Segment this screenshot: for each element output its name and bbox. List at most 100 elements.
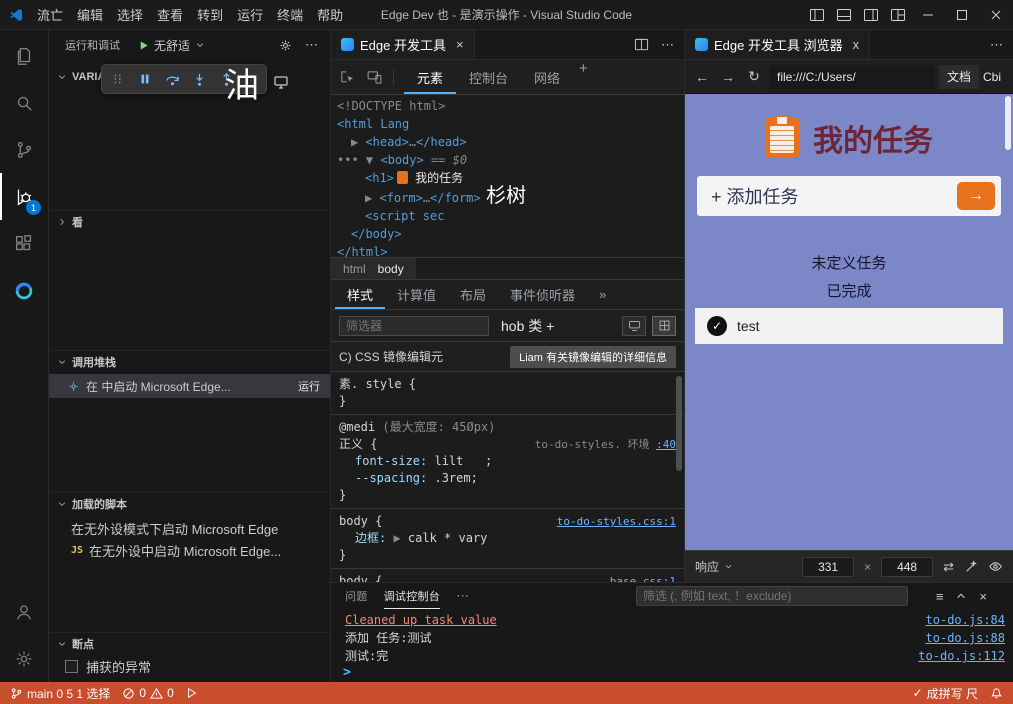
tab-console[interactable]: 控制台 (456, 60, 521, 94)
preview-scrollbar[interactable] (1005, 96, 1011, 150)
debug-config-dropdown[interactable]: 无舒适 (138, 37, 205, 54)
tab-problems[interactable]: 问题 (345, 583, 368, 609)
menu-item-6[interactable]: 终端 (270, 5, 310, 24)
call-stack-session-row[interactable]: 在 中启动 Microsoft Edge... 运行 (49, 374, 330, 398)
section-watch[interactable]: 看 (49, 210, 330, 232)
maximize-button[interactable] (945, 0, 979, 29)
toggle-sidebar-icon[interactable] (803, 0, 830, 29)
console-source-link[interactable]: to-do.js:112 (918, 647, 1005, 665)
tree-line[interactable]: ••• ▼ <body> == $0 (331, 151, 684, 169)
toggle-panel-icon[interactable] (830, 0, 857, 29)
mirror-info-button[interactable]: Liam 有关镜像编辑的详细信息 (510, 345, 676, 368)
console-prompt[interactable]: > (331, 665, 1013, 682)
toggle-secondary-sidebar-icon[interactable] (857, 0, 884, 29)
styles-tab-4[interactable]: » (587, 280, 618, 309)
menu-item-4[interactable]: 转到 (190, 5, 230, 24)
menu-item-3[interactable]: 查看 (150, 5, 190, 24)
menu-item-7[interactable]: 帮助 (310, 5, 350, 24)
toolbar-grip-icon[interactable] (106, 67, 130, 91)
menu-item-2[interactable]: 选择 (110, 5, 150, 24)
account-icon[interactable] (0, 588, 48, 635)
section-loaded-scripts[interactable]: 加载的脚本 (49, 492, 330, 514)
computed-layers-icon[interactable] (622, 315, 646, 336)
address-bar[interactable]: file:///C:/Users/ (769, 64, 935, 89)
source-control-icon[interactable] (0, 126, 48, 173)
menu-item-5[interactable]: 运行 (230, 5, 270, 24)
tab-edge-devtools[interactable]: Edge 开发工具 × (331, 30, 475, 59)
customize-layout-icon[interactable] (884, 0, 911, 29)
css-rule-media[interactable]: @medi (最大宽度: 45Øpx) 正义 {to-do-styles. 坏境… (331, 415, 684, 509)
height-input[interactable]: 448 (881, 556, 934, 577)
breadcrumb-html[interactable]: html (343, 262, 366, 276)
tree-line[interactable]: </body> (331, 225, 684, 243)
split-editor-icon[interactable] (634, 37, 649, 52)
rotate-icon[interactable]: ⇄ (943, 559, 954, 575)
search-icon[interactable] (0, 79, 48, 126)
tree-line[interactable]: ▶ <head>…</head> (331, 133, 684, 151)
panel-more-icon[interactable]: ⋯ (456, 588, 469, 604)
caught-exceptions-row[interactable]: 捕获的异常 (65, 656, 151, 676)
wand-icon[interactable] (964, 559, 978, 574)
styles-tab-3[interactable]: 事件侦听器 (498, 280, 587, 309)
stylesheet-link[interactable]: to-do-styles.css:1 (557, 513, 676, 530)
screen-monitor-icon[interactable] (269, 70, 293, 94)
tree-line[interactable]: </html> (331, 243, 684, 257)
preview-more-icon[interactable]: ⋯ (990, 37, 1003, 53)
menu-item-0[interactable]: 流亡 (30, 5, 70, 24)
doc-button[interactable]: 文档 (938, 64, 979, 89)
back-icon[interactable]: ← (691, 69, 713, 85)
inspect-element-icon[interactable] (339, 69, 356, 86)
completed-label[interactable]: 已完成 (685, 280, 1013, 301)
loaded-script-item[interactable]: 在无外设模式下启动 Microsoft Edge (71, 518, 324, 538)
step-into-icon[interactable] (187, 67, 211, 91)
section-breakpoints[interactable]: 断点 (49, 632, 330, 654)
run-and-debug-icon[interactable]: 1 (0, 173, 48, 220)
add-task-label[interactable]: + 添加任务 (711, 183, 799, 209)
console-filter-input[interactable] (635, 586, 908, 606)
tree-line[interactable]: ▶ <form>…</form> 杉树 (331, 186, 684, 207)
styles-tab-0[interactable]: 样式 (335, 280, 385, 309)
stylesheet-link[interactable]: base.css:1 (610, 573, 676, 582)
tab-close-icon[interactable]: × (456, 37, 464, 52)
eye-icon[interactable] (988, 559, 1003, 574)
tab-network[interactable]: 网络 (521, 60, 573, 94)
styles-filter-input[interactable] (339, 315, 489, 336)
tree-line[interactable]: <script sec (331, 207, 684, 225)
checkbox[interactable] (65, 659, 78, 673)
styles-scrollbar[interactable] (676, 376, 682, 471)
device-emulation-icon[interactable] (366, 69, 383, 86)
tree-line[interactable]: <html Lang (331, 115, 684, 133)
stylesheet-link[interactable]: :40 (656, 438, 676, 451)
tab-debug-console[interactable]: 调试控制台 (384, 583, 441, 609)
close-button[interactable] (979, 0, 1013, 29)
more-tabs-icon[interactable]: + (573, 60, 594, 94)
add-task-submit-button[interactable]: → (957, 182, 995, 210)
step-over-icon[interactable] (160, 67, 184, 91)
breadcrumb-body[interactable]: body (378, 262, 404, 276)
branch-status[interactable]: main 0 5 1 选择 (10, 685, 110, 702)
todo-item[interactable]: ✓ test (695, 308, 1003, 344)
extensions-icon[interactable] (0, 220, 48, 267)
tab-elements[interactable]: 元素 (404, 60, 456, 94)
expand-value-icon[interactable]: ▶ (393, 530, 400, 547)
forward-icon[interactable]: → (717, 69, 739, 85)
menu-item-1[interactable]: 编辑 (70, 5, 110, 24)
settings-gear-icon[interactable] (0, 635, 48, 682)
tab-close-icon[interactable]: x (853, 37, 860, 52)
problems-status[interactable]: 0 0 (122, 686, 174, 700)
section-call-stack[interactable]: 调用堆栈 (49, 350, 330, 372)
reload-icon[interactable]: ↻ (743, 68, 765, 85)
run-action-button[interactable]: 运行 (298, 378, 320, 394)
add-task-row[interactable]: + 添加任务 → (697, 176, 1001, 216)
tab-edge-browser[interactable]: Edge 开发工具 浏览器 x (685, 30, 871, 59)
notifications-bell-icon[interactable] (990, 687, 1003, 700)
width-input[interactable]: 331 (802, 556, 855, 577)
maximize-panel-icon[interactable] (955, 590, 967, 602)
spell-check-status[interactable]: ✓ 成拼写 尺 (913, 685, 978, 702)
explorer-icon[interactable] (0, 32, 48, 79)
debug-status-icon[interactable] (186, 687, 198, 699)
minimize-button[interactable] (911, 0, 945, 29)
css-rule[interactable]: body {base.css:1 (331, 569, 684, 582)
console-source-link[interactable]: to-do.js:84 (926, 611, 1005, 629)
debug-gear-icon[interactable] (278, 38, 293, 53)
